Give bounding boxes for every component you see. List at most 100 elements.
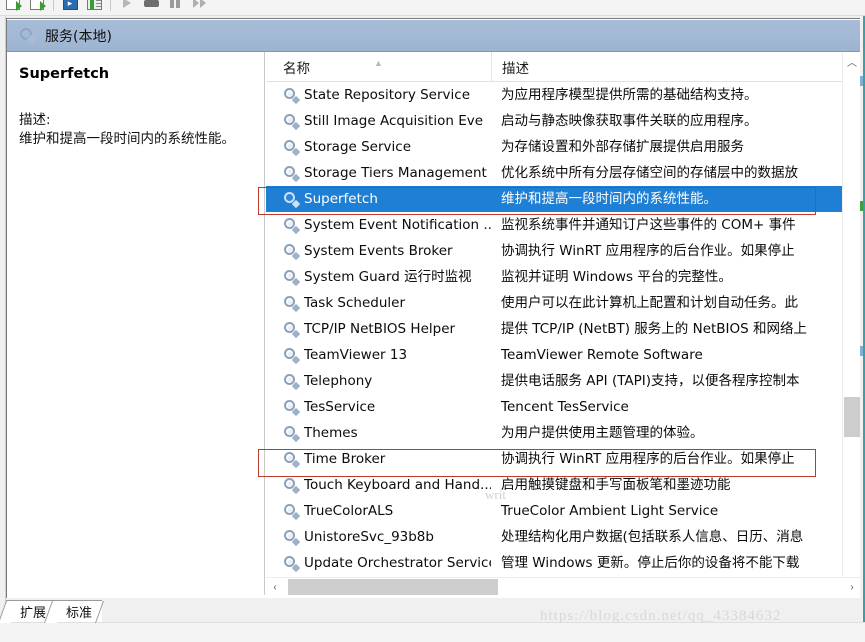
table-row[interactable]: TesService Tencent TesService bbox=[266, 394, 860, 420]
column-header-name[interactable]: 名称 ▲ bbox=[266, 52, 491, 81]
table-row[interactable]: Storage Service 为存储设置和外部存储扩展提供启用服务 bbox=[266, 134, 860, 160]
cell-service-description: 启用触摸键盘和手写面板笔和墨迹功能 bbox=[491, 472, 860, 498]
service-description-text: 提供电话服务 API (TAPI)支持，以便各程序控制本 bbox=[501, 373, 800, 389]
gear-icon bbox=[283, 425, 301, 443]
gear-icon bbox=[283, 373, 301, 391]
table-row[interactable]: State Repository Service 为应用程序模型提供所需的基础结构… bbox=[266, 82, 860, 108]
cell-service-name: Still Image Acquisition Eve bbox=[266, 108, 491, 134]
table-row[interactable]: Time Broker 协调执行 WinRT 应用程序的后台作业。如果停止 bbox=[266, 446, 860, 472]
cell-service-description: Tencent TesService bbox=[491, 394, 860, 420]
scroll-up-icon[interactable]: ︿ bbox=[843, 52, 860, 70]
service-description-text: 启动与静态映像获取事件关联的应用程序。 bbox=[501, 113, 758, 129]
service-description-text: 处理结构化用户数据(包括联系人信息、日历、消息 bbox=[501, 529, 804, 545]
table-row[interactable]: TrueColorALS TrueColor Ambient Light Serv… bbox=[266, 498, 860, 524]
service-name-text: UnistoreSvc_93b8b bbox=[304, 529, 434, 545]
column-header-description-label: 描述 bbox=[502, 60, 529, 77]
table-row[interactable]: Storage Tiers Management 优化系统中所有分层存储空间的存储… bbox=[266, 160, 860, 186]
cell-service-description: 启动与静态映像获取事件关联的应用程序。 bbox=[491, 108, 860, 134]
table-row[interactable]: System Event Notification ... 监视系统事件并通知订户… bbox=[266, 212, 860, 238]
service-description-text: 为存储设置和外部存储扩展提供启用服务 bbox=[501, 139, 744, 155]
service-name-text: Task Scheduler bbox=[304, 295, 406, 311]
column-header-description[interactable]: 描述 bbox=[491, 52, 860, 81]
table-row[interactable]: System Events Broker 协调执行 WinRT 应用程序的后台作业… bbox=[266, 238, 860, 264]
service-description-text: 协调执行 WinRT 应用程序的后台作业。如果停止 bbox=[501, 451, 795, 467]
table-row[interactable]: UnistoreSvc_93b8b 处理结构化用户数据(包括联系人信息、日历、消息 bbox=[266, 524, 860, 550]
restart-service-icon[interactable] bbox=[188, 0, 210, 14]
table-row[interactable]: TeamViewer 13 TeamViewer Remote Software bbox=[266, 342, 860, 368]
cell-service-name: Storage Tiers Management bbox=[266, 160, 491, 186]
service-description-text: 为应用程序模型提供所需的基础结构支持。 bbox=[501, 87, 758, 103]
gear-icon bbox=[283, 217, 301, 235]
service-description-text: 协调执行 WinRT 应用程序的后台作业。如果停止 bbox=[501, 243, 795, 259]
list-vertical-scrollbar[interactable]: ︿ ﹀ bbox=[842, 52, 860, 595]
gear-icon bbox=[283, 529, 301, 547]
cell-service-description: 监视并证明 Windows 平台的完整性。 bbox=[491, 264, 860, 290]
export-green-arrow-icon[interactable] bbox=[26, 0, 48, 14]
scroll-left-icon[interactable]: ‹ bbox=[266, 578, 284, 595]
properties-blue-icon[interactable]: ▸ bbox=[59, 0, 81, 14]
service-description-text: 启用触摸键盘和手写面板笔和墨迹功能 bbox=[501, 477, 731, 493]
cell-service-name: System Events Broker bbox=[266, 238, 491, 264]
tab-standard[interactable]: 标准 bbox=[52, 600, 103, 622]
cell-service-name: Touch Keyboard and Hand... bbox=[266, 472, 491, 498]
scroll-right-icon[interactable]: › bbox=[843, 578, 860, 595]
stop-service-icon[interactable] bbox=[140, 0, 162, 14]
table-row[interactable]: Task Scheduler 使用户可以在此计算机上配置和计划自动任务。此 bbox=[266, 290, 860, 316]
service-name-text: Update Orchestrator Service bbox=[304, 555, 491, 571]
table-row[interactable]: Update Orchestrator Service 管理 Windows 更新… bbox=[266, 550, 860, 576]
gear-icon bbox=[283, 399, 301, 417]
table-row[interactable]: Still Image Acquisition Eve 启动与静态映像获取事件关联… bbox=[266, 108, 860, 134]
service-description-text: 为用户提供使用主题管理的体验。 bbox=[501, 425, 704, 441]
cell-service-name: Storage Service bbox=[266, 134, 491, 160]
service-description-text: 监视系统事件并通知订户这些事件的 COM+ 事件 bbox=[501, 217, 796, 233]
gear-icon bbox=[283, 165, 301, 183]
list-horizontal-scrollbar[interactable]: ‹ › bbox=[266, 577, 860, 595]
toolbar-separator-2 bbox=[110, 0, 111, 11]
gear-icon bbox=[283, 503, 301, 521]
horizontal-scroll-thumb[interactable] bbox=[288, 579, 498, 595]
service-description-text: 使用户可以在此计算机上配置和计划自动任务。此 bbox=[501, 295, 798, 311]
table-row[interactable]: Touch Keyboard and Hand... 启用触摸键盘和手写面板笔和墨… bbox=[266, 472, 860, 498]
service-name-text: System Event Notification ... bbox=[304, 217, 491, 233]
cell-service-name: TeamViewer 13 bbox=[266, 342, 491, 368]
gear-icon bbox=[283, 139, 301, 157]
gear-icon bbox=[19, 27, 37, 45]
detail-description-label: 描述: bbox=[19, 112, 51, 128]
cell-service-name: TCP/IP NetBIOS Helper bbox=[266, 316, 491, 342]
services-list-pane: 名称 ▲ 描述 State Repository Service 为应用程序模型提… bbox=[265, 52, 860, 595]
table-row[interactable]: System Guard 运行时监视 监视并证明 Windows 平台的完整性。 bbox=[266, 264, 860, 290]
gear-icon bbox=[283, 477, 301, 495]
table-row[interactable]: Telephony 提供电话服务 API (TAPI)支持，以便各程序控制本 bbox=[266, 368, 860, 394]
cell-service-description: 为应用程序模型提供所需的基础结构支持。 bbox=[491, 82, 860, 108]
start-service-icon[interactable] bbox=[116, 0, 138, 14]
service-description-text: TrueColor Ambient Light Service bbox=[501, 503, 719, 519]
service-name-text: TeamViewer 13 bbox=[304, 347, 408, 363]
service-description-text: 维护和提高一段时间内的系统性能。 bbox=[501, 191, 717, 207]
table-row[interactable]: TCP/IP NetBIOS Helper 提供 TCP/IP (NetBT) 服… bbox=[266, 316, 860, 342]
service-description-text: Tencent TesService bbox=[501, 399, 629, 415]
table-row[interactable]: Themes 为用户提供使用主题管理的体验。 bbox=[266, 420, 860, 446]
cell-service-name: System Event Notification ... bbox=[266, 212, 491, 238]
table-row[interactable]: Superfetch 维护和提高一段时间内的系统性能。 bbox=[266, 186, 860, 212]
service-name-text: Themes bbox=[304, 425, 358, 441]
gear-icon bbox=[283, 269, 301, 287]
cell-service-description: 监视系统事件并通知订户这些事件的 COM+ 事件 bbox=[491, 212, 860, 238]
gear-icon bbox=[283, 347, 301, 365]
cell-service-name: System Guard 运行时监视 bbox=[266, 264, 491, 290]
help-green-icon[interactable] bbox=[83, 0, 105, 14]
pause-service-icon[interactable] bbox=[164, 0, 186, 14]
console-tree-header[interactable]: 服务(本地) bbox=[7, 20, 860, 52]
service-description-text: 优化系统中所有分层存储空间的存储层中的数据放 bbox=[501, 165, 798, 181]
service-name-text: System Guard 运行时监视 bbox=[304, 269, 472, 285]
cell-service-name: Superfetch bbox=[266, 186, 491, 212]
cell-service-description: 维护和提高一段时间内的系统性能。 bbox=[491, 186, 860, 212]
cell-service-name: Task Scheduler bbox=[266, 290, 491, 316]
gear-icon bbox=[283, 243, 301, 261]
vertical-scroll-thumb[interactable] bbox=[844, 397, 860, 437]
cell-service-name: Update Orchestrator Service bbox=[266, 550, 491, 576]
cell-service-description: 为用户提供使用主题管理的体验。 bbox=[491, 420, 860, 446]
service-description-text: 监视并证明 Windows 平台的完整性。 bbox=[501, 269, 732, 285]
export-list-icon[interactable] bbox=[2, 0, 24, 14]
column-header-name-label: 名称 bbox=[283, 60, 310, 77]
host-vertical-scrollbar[interactable] bbox=[859, 16, 865, 642]
